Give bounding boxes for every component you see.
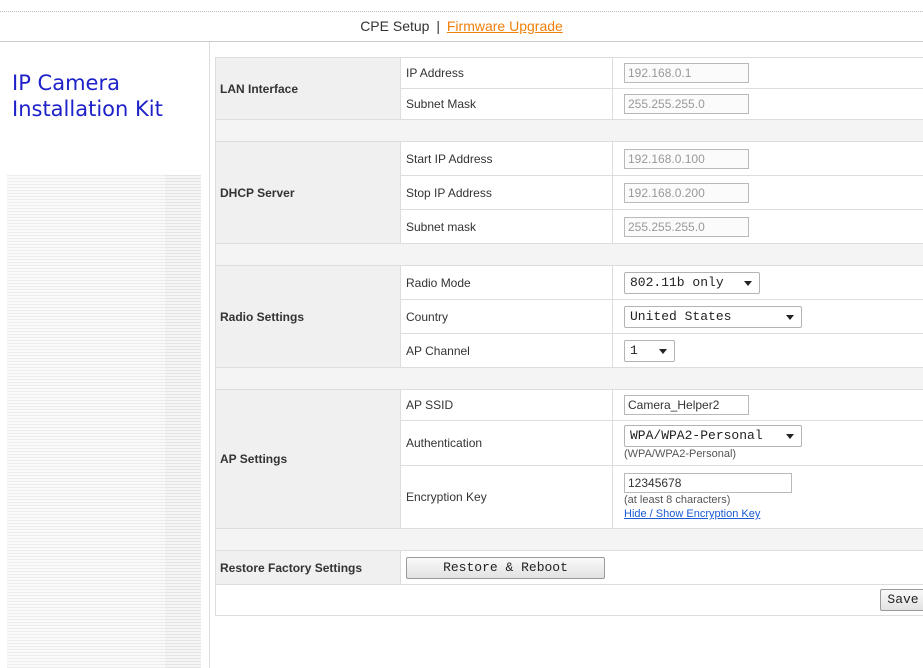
- settings-panel: LAN Interface IP Address 192.168.0.1 Sub…: [215, 57, 923, 616]
- key-label: Encryption Key: [400, 465, 613, 529]
- lan-ip-label: IP Address: [400, 57, 613, 89]
- country-select[interactable]: United States: [624, 305, 802, 328]
- spacer-row: [215, 119, 923, 142]
- ssid-input[interactable]: Camera_Helper2: [624, 395, 749, 415]
- top-navigation: CPE Setup | Firmware Upgrade: [0, 18, 923, 40]
- dhcp-stop-input[interactable]: 192.168.0.200: [624, 182, 749, 203]
- radio-mode-select[interactable]: 802.11b only: [624, 271, 760, 294]
- lan-ip-row: LAN Interface IP Address 192.168.0.1: [215, 57, 923, 120]
- dhcp-start-input[interactable]: 192.168.0.100: [624, 148, 749, 169]
- brand-line-2: Installation Kit: [12, 97, 163, 121]
- ap-group-label: AP Settings: [215, 389, 401, 529]
- nav-cpe-setup[interactable]: CPE Setup: [360, 18, 429, 34]
- nav-separator: |: [436, 18, 440, 34]
- restore-group-label: Restore Factory Settings: [215, 550, 401, 585]
- radio-group-label: Radio Settings: [215, 265, 401, 368]
- auth-select[interactable]: WPA/WPA2-Personal: [624, 425, 802, 447]
- channel-select[interactable]: 1: [624, 339, 675, 362]
- sidebar-divider: [209, 42, 210, 668]
- spacer-row: [215, 243, 923, 266]
- chevron-down-icon: [659, 348, 667, 354]
- dhcp-start-row: DHCP Server Start IP Address 192.168.0.1…: [215, 141, 923, 244]
- dhcp-mask-input[interactable]: 255.255.255.0: [624, 216, 749, 237]
- chevron-down-icon: [786, 434, 794, 439]
- settings-table: LAN Interface IP Address 192.168.0.1 Sub…: [215, 57, 923, 616]
- dhcp-start-label: Start IP Address: [400, 141, 613, 176]
- lan-group-label: LAN Interface: [215, 57, 401, 120]
- key-hint: (at least 8 characters): [624, 494, 731, 506]
- radio-mode-row: Radio Settings Radio Mode 802.11b only: [215, 265, 923, 368]
- ssid-row: AP Settings AP SSID Camera_Helper2: [215, 389, 923, 529]
- chevron-down-icon: [786, 314, 794, 320]
- spacer-row: [215, 367, 923, 390]
- dhcp-group-label: DHCP Server: [215, 141, 401, 244]
- restore-row: Restore Factory Settings Restore & Reboo…: [215, 550, 923, 585]
- spacer-row: [215, 528, 923, 551]
- sidebar-decoration: [7, 175, 165, 668]
- channel-label: AP Channel: [400, 333, 613, 368]
- dhcp-mask-label: Subnet mask: [400, 209, 613, 244]
- brand-line-1: IP Camera: [12, 71, 120, 95]
- nav-firmware-upgrade-link[interactable]: Firmware Upgrade: [447, 18, 563, 34]
- lan-mask-label: Subnet Mask: [400, 88, 613, 120]
- brand-title: IP Camera Installation Kit: [12, 70, 207, 122]
- lan-mask-input[interactable]: 255.255.255.0: [624, 94, 749, 114]
- save-button[interactable]: Save: [880, 589, 923, 611]
- auth-label: Authentication: [400, 420, 613, 466]
- radio-mode-label: Radio Mode: [400, 265, 613, 300]
- lan-ip-input[interactable]: 192.168.0.1: [624, 63, 749, 83]
- auth-hint: (WPA/WPA2-Personal): [624, 448, 737, 460]
- country-value: United States: [630, 308, 732, 324]
- save-row: Save: [215, 584, 923, 616]
- top-dotted-line: [0, 11, 923, 12]
- encryption-key-input[interactable]: 12345678: [624, 473, 792, 493]
- auth-value: WPA/WPA2-Personal: [630, 428, 763, 443]
- dhcp-stop-label: Stop IP Address: [400, 175, 613, 210]
- sidebar-decoration-2: [165, 175, 201, 668]
- channel-value: 1: [630, 342, 638, 358]
- ssid-label: AP SSID: [400, 389, 613, 421]
- toggle-key-visibility-link[interactable]: Hide / Show Encryption Key: [624, 507, 923, 521]
- nav-divider: [0, 41, 923, 42]
- country-label: Country: [400, 299, 613, 334]
- radio-mode-value: 802.11b only: [630, 274, 724, 290]
- chevron-down-icon: [744, 280, 752, 286]
- restore-reboot-button[interactable]: Restore & Reboot: [406, 556, 605, 579]
